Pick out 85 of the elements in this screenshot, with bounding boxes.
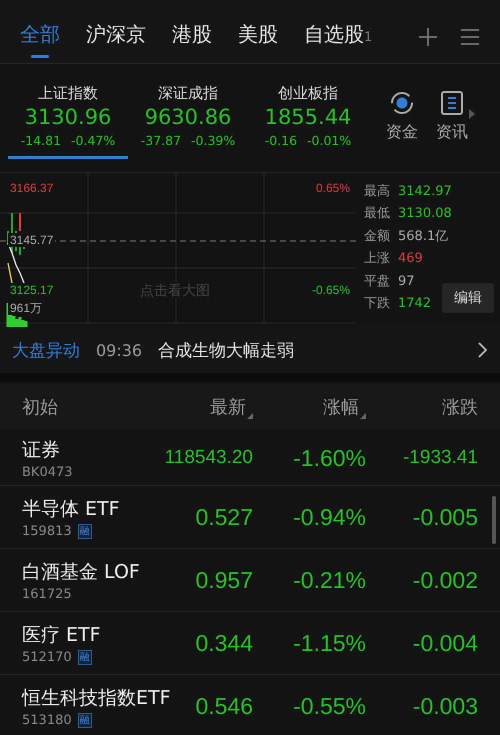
stat-value: 469	[398, 250, 423, 268]
chart-label: 3166.37	[8, 181, 56, 195]
stock-name: 白酒基金 LOF	[22, 560, 140, 584]
shortcut-button[interactable]: 资金	[386, 90, 418, 143]
chevron-icon	[477, 341, 488, 359]
price-cell-text: 0.957	[194, 566, 253, 594]
price-cell-text: 0.344	[194, 630, 253, 656]
funds-icon	[389, 90, 415, 116]
chart-label: 0.65%	[314, 181, 352, 195]
percent-cell-text: -0.94%	[292, 504, 366, 530]
margin-badge: 融	[78, 524, 92, 538]
index-percent: -0.39%	[191, 133, 236, 148]
percent-cell-text: -1.15%	[292, 630, 366, 656]
tab[interactable]: 港股	[172, 15, 212, 58]
add-icon[interactable]	[418, 26, 438, 46]
index-card[interactable]: 深证成指 9630.86 -37.87 -0.39%	[128, 80, 248, 156]
margin-badge: 融	[78, 650, 92, 664]
index-card[interactable]: 上证指数 3130.96 -14.81 -0.47%	[8, 80, 128, 159]
change-cell-text: -0.003	[412, 692, 478, 720]
tab[interactable]: 沪深京	[86, 15, 146, 58]
index-value: 9630.86	[144, 105, 232, 129]
chart-label: 961万	[8, 301, 44, 315]
sort-icon[interactable]	[247, 413, 253, 419]
stat-value: 1742	[398, 295, 432, 314]
index-card[interactable]: 创业板指 1855.44 -0.16 -0.01%	[248, 80, 368, 156]
index-percent: -0.47%	[71, 133, 116, 148]
stat-label: 最低	[364, 205, 390, 224]
stat-label: 上涨	[364, 250, 390, 268]
stat-value: 3142.97	[398, 183, 452, 201]
change-cell-text: -1933.41	[402, 447, 478, 469]
caret-icon[interactable]	[468, 108, 476, 120]
stat-label: 最高	[364, 183, 390, 201]
stock-code: 159813	[22, 524, 72, 538]
index-change: -14.81	[20, 133, 62, 148]
stat-label: 金额	[364, 228, 390, 246]
column-header: 涨跌	[442, 396, 478, 419]
index-name: 深证成指	[158, 84, 218, 103]
stock-code: BK0473	[22, 464, 73, 480]
stock-name: 恒生科技指数ETF	[22, 686, 171, 710]
sort-icon[interactable]	[360, 413, 366, 419]
stock-code: 512170	[22, 650, 72, 664]
stock-name: 证券	[22, 438, 60, 462]
column-header[interactable]: 涨幅	[323, 395, 359, 419]
index-name: 创业板指	[278, 84, 338, 103]
change-cell-text: -0.004	[412, 630, 478, 656]
edit-button[interactable]: 编辑	[442, 283, 494, 313]
price-cell-text: 118543.20	[164, 447, 253, 469]
percent-cell-text: -1.60%	[292, 444, 366, 472]
stat-label: 下跌	[364, 295, 390, 314]
chart-label: 3125.17	[8, 283, 56, 297]
chart-label: 3145.77	[8, 233, 56, 247]
margin-badge: 融	[78, 712, 92, 728]
price-cell-text: 0.527	[194, 504, 253, 530]
stock-code: 161725	[22, 586, 72, 602]
menu-icon[interactable]	[460, 26, 480, 46]
change-cell-text: -0.002	[412, 566, 478, 594]
change-cell-text: -0.005	[412, 504, 478, 530]
index-change: -0.16	[264, 133, 298, 148]
scrollbar[interactable]	[492, 496, 496, 544]
tab[interactable]: 全部	[20, 15, 60, 58]
percent-cell-text: -0.21%	[292, 566, 366, 594]
tab[interactable]: 自选股1	[304, 15, 372, 58]
intraday-chart[interactable]	[0, 173, 356, 327]
index-percent: -0.01%	[307, 133, 352, 148]
stock-name: 医疗 ETF	[22, 622, 101, 648]
percent-cell-text: -0.55%	[292, 692, 366, 720]
chart-label: -0.65%	[310, 283, 352, 297]
column-header[interactable]: 最新	[210, 395, 246, 419]
alert-title: 大盘异动	[12, 340, 80, 362]
stat-value: 3130.08	[398, 205, 452, 224]
document-icon	[439, 90, 465, 116]
index-change: -37.87	[140, 133, 182, 148]
stat-label: 平盘	[364, 272, 390, 291]
stat-value: 568.1亿	[398, 228, 448, 246]
alert-text: 合成生物大幅走弱	[158, 340, 296, 362]
stock-code: 513180	[22, 712, 72, 728]
index-value: 3130.96	[24, 105, 112, 129]
alert-time: 09:36	[96, 340, 142, 360]
stock-name: 半导体 ETF	[22, 496, 120, 522]
index-value: 1855.44	[264, 105, 352, 129]
tab[interactable]: 美股	[238, 15, 278, 58]
index-name: 上证指数	[38, 84, 98, 103]
stat-value: 97	[398, 272, 415, 291]
column-header: 初始	[22, 396, 58, 419]
shortcut-button[interactable]: 资讯	[436, 90, 468, 143]
